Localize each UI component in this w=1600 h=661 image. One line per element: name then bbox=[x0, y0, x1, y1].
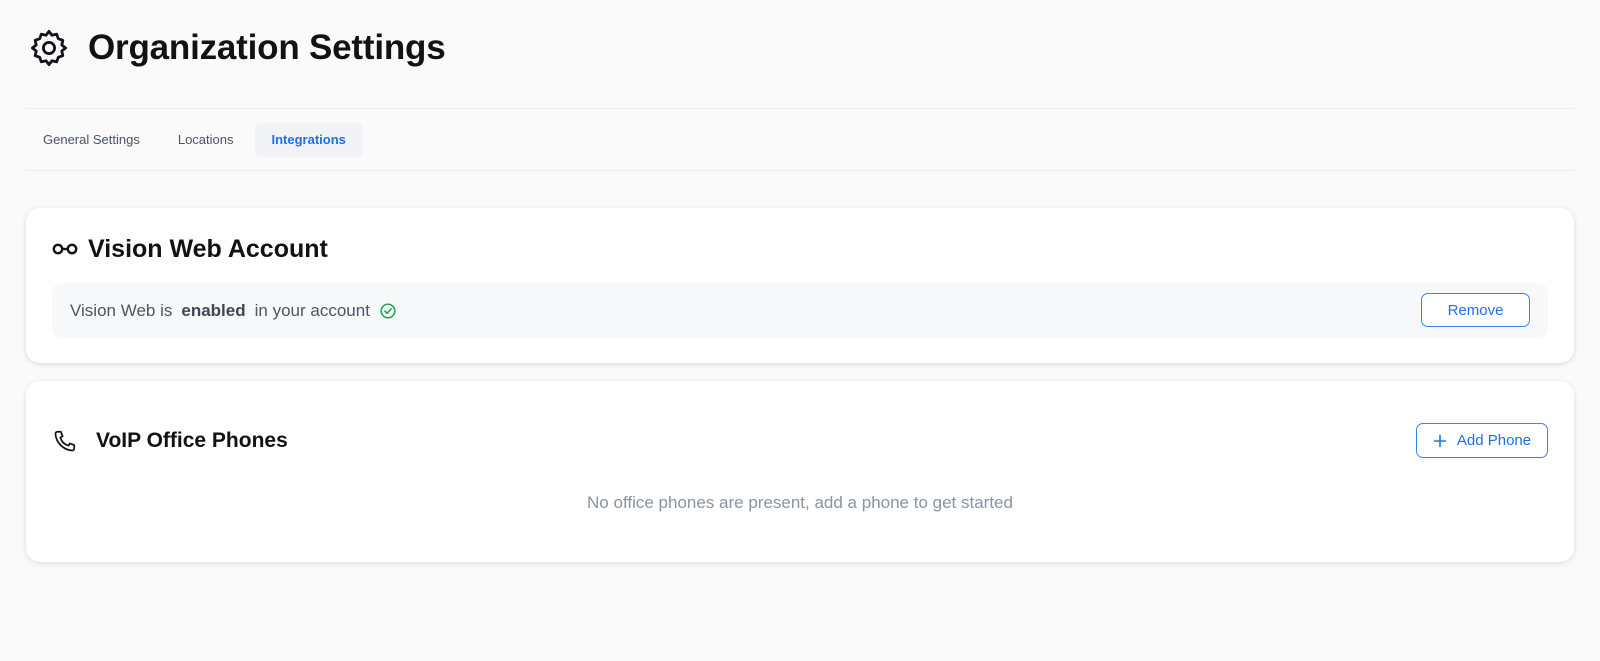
voip-title: VoIP Office Phones bbox=[96, 429, 288, 452]
plus-icon bbox=[1433, 434, 1447, 448]
add-phone-label: Add Phone bbox=[1456, 432, 1532, 449]
remove-button[interactable]: Remove bbox=[1421, 293, 1530, 327]
page-header: Organization Settings bbox=[26, 0, 1574, 109]
status-prefix: Vision Web is bbox=[70, 300, 173, 320]
add-phone-button[interactable]: Add Phone bbox=[1416, 423, 1548, 458]
page-title: Organization Settings bbox=[88, 28, 446, 67]
tab-integrations[interactable]: Integrations bbox=[254, 122, 363, 157]
status-suffix: in your account bbox=[254, 300, 370, 320]
tab-locations[interactable]: Locations bbox=[161, 123, 251, 157]
voip-card: VoIP Office Phones Add Phone No office p… bbox=[26, 381, 1574, 562]
vision-web-card: Vision Web Account Vision Web is enabled… bbox=[26, 208, 1574, 363]
phone-icon bbox=[52, 428, 78, 454]
settings-tabs: General Settings Locations Integrations bbox=[26, 109, 1574, 171]
check-circle-icon bbox=[379, 302, 397, 320]
vision-web-title: Vision Web Account bbox=[88, 234, 328, 263]
gear-icon bbox=[28, 27, 70, 69]
empty-state-message: No office phones are present, add a phon… bbox=[587, 493, 1013, 512]
voip-header: VoIP Office Phones bbox=[52, 425, 288, 457]
glasses-icon bbox=[52, 242, 78, 256]
vision-web-status: Vision Web is enabled in your account Re… bbox=[52, 283, 1548, 338]
vision-web-header: Vision Web Account bbox=[52, 230, 328, 268]
tab-general-settings[interactable]: General Settings bbox=[26, 123, 157, 157]
status-value: enabled bbox=[181, 300, 246, 320]
